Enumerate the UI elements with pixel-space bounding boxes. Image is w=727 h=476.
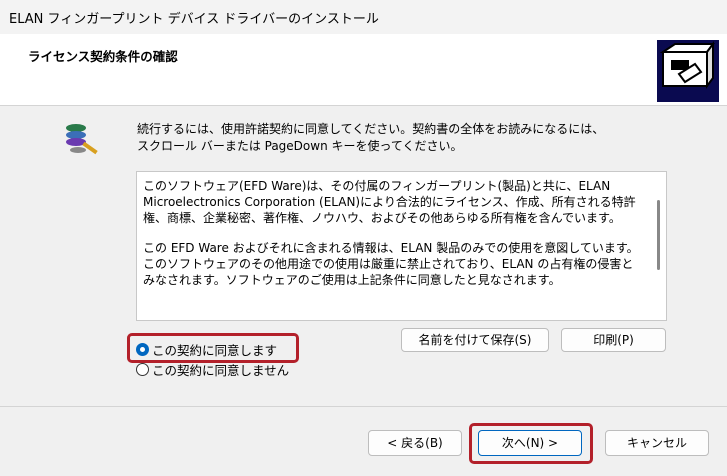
install-icon	[62, 118, 102, 162]
agree-highlight-box	[127, 333, 299, 363]
wizard-header: ライセンス契約条件の確認	[0, 34, 727, 106]
back-button[interactable]: < 戻る(B)	[368, 430, 462, 456]
license-paragraph-2: この EFD Ware およびそれに含まれる情報は、ELAN 製品のみでの使用を…	[143, 241, 639, 287]
license-text: このソフトウェア(EFD Ware)は、その付属のフィンガープリント(製品)と共…	[143, 178, 639, 302]
instruction-text: 続行するには、使用許諾契約に同意してください。契約書の全体をお読みになるには、 …	[137, 121, 657, 155]
license-paragraph-1: このソフトウェア(EFD Ware)は、その付属のフィンガープリント(製品)と共…	[143, 179, 636, 225]
disagree-radio[interactable]	[136, 363, 149, 376]
instruction-line-1: 続行するには、使用許諾契約に同意してください。契約書の全体をお読みになるには、	[137, 122, 605, 136]
license-text-box[interactable]: このソフトウェア(EFD Ware)は、その付属のフィンガープリント(製品)と共…	[136, 171, 667, 321]
page-title: ライセンス契約条件の確認	[28, 49, 178, 64]
window-title: ELAN フィンガープリント デバイス ドライバーのインストール	[9, 12, 379, 27]
title-bar: ELAN フィンガープリント デバイス ドライバーのインストール	[0, 0, 727, 34]
print-button[interactable]: 印刷(P)	[561, 328, 666, 352]
scrollbar-thumb[interactable]	[657, 200, 660, 270]
scrollbar[interactable]	[650, 172, 666, 320]
installer-logo-icon	[657, 40, 719, 102]
cancel-button[interactable]: キャンセル	[605, 430, 709, 456]
next-highlight-box	[469, 423, 593, 464]
instruction-line-2: スクロール バーまたは PageDown キーを使ってください。	[137, 139, 463, 153]
save-as-button[interactable]: 名前を付けて保存(S)	[401, 328, 549, 352]
